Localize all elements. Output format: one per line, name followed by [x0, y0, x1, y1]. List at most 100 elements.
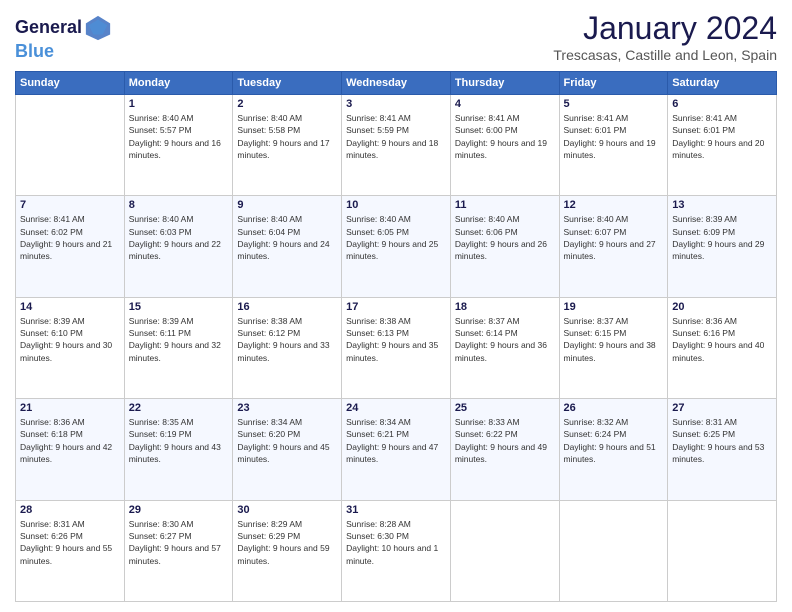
header: General Blue January 2024 Trescasas, Cas…	[15, 10, 777, 63]
calendar-cell: 21 Sunrise: 8:36 AMSunset: 6:18 PMDayligh…	[16, 399, 125, 500]
calendar-cell: 6 Sunrise: 8:41 AMSunset: 6:01 PMDaylight…	[668, 95, 777, 196]
calendar-cell: 30Sunrise: 8:29 AMSunset: 6:29 PMDayligh…	[233, 500, 342, 601]
day-info: Sunrise: 8:41 AMSunset: 5:59 PMDaylight:…	[346, 112, 446, 161]
calendar-cell: 29 Sunrise: 8:30 AMSunset: 6:27 PMDayligh…	[124, 500, 233, 601]
calendar-cell	[16, 95, 125, 196]
day-number: 24	[346, 402, 446, 414]
logo: General Blue	[15, 14, 112, 62]
calendar-cell: 15Sunrise: 8:39 AMSunset: 6:11 PMDayligh…	[124, 297, 233, 398]
day-info: Sunrise: 8:41 AMSunset: 6:01 PMDaylight:…	[672, 112, 772, 161]
day-number: 16	[237, 301, 337, 313]
logo-text-general: General	[15, 18, 82, 38]
day-number: 18	[455, 301, 555, 313]
day-info: Sunrise: 8:40 AMSunset: 5:57 PMDaylight:…	[129, 112, 229, 161]
day-number: 4	[455, 98, 555, 110]
day-number: 1	[129, 98, 229, 110]
day-number: 25	[455, 402, 555, 414]
week-row-1: 1 Sunrise: 8:40 AMSunset: 5:57 PMDaylight…	[16, 95, 777, 196]
logo-text-blue: Blue	[15, 41, 54, 61]
calendar-cell: 25 Sunrise: 8:33 AMSunset: 6:22 PMDayligh…	[450, 399, 559, 500]
day-info: Sunrise: 8:41 AMSunset: 6:01 PMDaylight:…	[564, 112, 664, 161]
calendar-cell: 27Sunrise: 8:31 AMSunset: 6:25 PMDayligh…	[668, 399, 777, 500]
week-row-4: 21 Sunrise: 8:36 AMSunset: 6:18 PMDayligh…	[16, 399, 777, 500]
calendar-table: SundayMondayTuesdayWednesdayThursdayFrid…	[15, 71, 777, 602]
calendar-cell: 23Sunrise: 8:34 AMSunset: 6:20 PMDayligh…	[233, 399, 342, 500]
day-number: 29	[129, 504, 229, 516]
calendar-cell: 18 Sunrise: 8:37 AMSunset: 6:14 PMDayligh…	[450, 297, 559, 398]
day-info: Sunrise: 8:40 AMSunset: 6:07 PMDaylight:…	[564, 213, 664, 262]
day-info: Sunrise: 8:40 AMSunset: 6:06 PMDaylight:…	[455, 213, 555, 262]
calendar-cell: 2Sunrise: 8:40 AMSunset: 5:58 PMDaylight…	[233, 95, 342, 196]
calendar-cell: 3 Sunrise: 8:41 AMSunset: 5:59 PMDaylight…	[342, 95, 451, 196]
day-number: 21	[20, 402, 120, 414]
month-title: January 2024	[553, 10, 777, 47]
day-info: Sunrise: 8:36 AMSunset: 6:18 PMDaylight:…	[20, 416, 120, 465]
calendar-cell: 17 Sunrise: 8:38 AMSunset: 6:13 PMDayligh…	[342, 297, 451, 398]
calendar-cell: 12 Sunrise: 8:40 AMSunset: 6:07 PMDayligh…	[559, 196, 668, 297]
day-info: Sunrise: 8:40 AMSunset: 6:03 PMDaylight:…	[129, 213, 229, 262]
calendar-cell: 10 Sunrise: 8:40 AMSunset: 6:05 PMDayligh…	[342, 196, 451, 297]
day-info: Sunrise: 8:32 AMSunset: 6:24 PMDaylight:…	[564, 416, 664, 465]
day-number: 28	[20, 504, 120, 516]
day-number: 17	[346, 301, 446, 313]
location: Trescasas, Castille and Leon, Spain	[553, 47, 777, 63]
day-number: 19	[564, 301, 664, 313]
calendar-cell: 7Sunrise: 8:41 AMSunset: 6:02 PMDaylight…	[16, 196, 125, 297]
calendar-cell: 26 Sunrise: 8:32 AMSunset: 6:24 PMDayligh…	[559, 399, 668, 500]
day-number: 22	[129, 402, 229, 414]
calendar-cell: 5 Sunrise: 8:41 AMSunset: 6:01 PMDaylight…	[559, 95, 668, 196]
calendar-cell: 9 Sunrise: 8:40 AMSunset: 6:04 PMDaylight…	[233, 196, 342, 297]
day-info: Sunrise: 8:40 AMSunset: 6:04 PMDaylight:…	[237, 213, 337, 262]
day-number: 3	[346, 98, 446, 110]
day-info: Sunrise: 8:39 AMSunset: 6:11 PMDaylight:…	[129, 315, 229, 364]
day-info: Sunrise: 8:28 AMSunset: 6:30 PMDaylight:…	[346, 518, 446, 567]
day-number: 31	[346, 504, 446, 516]
day-number: 5	[564, 98, 664, 110]
week-row-3: 14 Sunrise: 8:39 AMSunset: 6:10 PMDayligh…	[16, 297, 777, 398]
day-info: Sunrise: 8:31 AMSunset: 6:25 PMDaylight:…	[672, 416, 772, 465]
day-info: Sunrise: 8:41 AMSunset: 6:02 PMDaylight:…	[20, 213, 120, 262]
calendar-cell	[668, 500, 777, 601]
day-info: Sunrise: 8:40 AMSunset: 6:05 PMDaylight:…	[346, 213, 446, 262]
day-info: Sunrise: 8:33 AMSunset: 6:22 PMDaylight:…	[455, 416, 555, 465]
day-number: 14	[20, 301, 120, 313]
logo-flag-icon	[84, 14, 112, 42]
day-number: 9	[237, 199, 337, 211]
day-number: 8	[129, 199, 229, 211]
weekday-header-row: SundayMondayTuesdayWednesdayThursdayFrid…	[16, 72, 777, 95]
day-info: Sunrise: 8:30 AMSunset: 6:27 PMDaylight:…	[129, 518, 229, 567]
day-info: Sunrise: 8:37 AMSunset: 6:15 PMDaylight:…	[564, 315, 664, 364]
title-section: January 2024 Trescasas, Castille and Leo…	[553, 10, 777, 63]
calendar-cell: 14 Sunrise: 8:39 AMSunset: 6:10 PMDayligh…	[16, 297, 125, 398]
weekday-header-friday: Friday	[559, 72, 668, 95]
day-number: 30	[237, 504, 337, 516]
weekday-header-monday: Monday	[124, 72, 233, 95]
day-info: Sunrise: 8:38 AMSunset: 6:12 PMDaylight:…	[237, 315, 337, 364]
day-number: 11	[455, 199, 555, 211]
calendar-cell	[559, 500, 668, 601]
day-info: Sunrise: 8:36 AMSunset: 6:16 PMDaylight:…	[672, 315, 772, 364]
day-info: Sunrise: 8:31 AMSunset: 6:26 PMDaylight:…	[20, 518, 120, 567]
day-info: Sunrise: 8:39 AMSunset: 6:10 PMDaylight:…	[20, 315, 120, 364]
calendar-cell: 20 Sunrise: 8:36 AMSunset: 6:16 PMDayligh…	[668, 297, 777, 398]
calendar-cell: 11 Sunrise: 8:40 AMSunset: 6:06 PMDayligh…	[450, 196, 559, 297]
day-number: 20	[672, 301, 772, 313]
weekday-header-saturday: Saturday	[668, 72, 777, 95]
calendar-cell	[450, 500, 559, 601]
day-number: 26	[564, 402, 664, 414]
calendar-cell: 16 Sunrise: 8:38 AMSunset: 6:12 PMDayligh…	[233, 297, 342, 398]
day-info: Sunrise: 8:39 AMSunset: 6:09 PMDaylight:…	[672, 213, 772, 262]
page: General Blue January 2024 Trescasas, Cas…	[0, 0, 792, 612]
day-info: Sunrise: 8:38 AMSunset: 6:13 PMDaylight:…	[346, 315, 446, 364]
day-number: 10	[346, 199, 446, 211]
weekday-header-thursday: Thursday	[450, 72, 559, 95]
day-number: 12	[564, 199, 664, 211]
day-info: Sunrise: 8:37 AMSunset: 6:14 PMDaylight:…	[455, 315, 555, 364]
day-number: 6	[672, 98, 772, 110]
calendar-cell: 19 Sunrise: 8:37 AMSunset: 6:15 PMDayligh…	[559, 297, 668, 398]
calendar-cell: 8 Sunrise: 8:40 AMSunset: 6:03 PMDaylight…	[124, 196, 233, 297]
day-info: Sunrise: 8:41 AMSunset: 6:00 PMDaylight:…	[455, 112, 555, 161]
day-info: Sunrise: 8:40 AMSunset: 5:58 PMDaylight:…	[237, 112, 337, 161]
week-row-2: 7Sunrise: 8:41 AMSunset: 6:02 PMDaylight…	[16, 196, 777, 297]
day-info: Sunrise: 8:35 AMSunset: 6:19 PMDaylight:…	[129, 416, 229, 465]
